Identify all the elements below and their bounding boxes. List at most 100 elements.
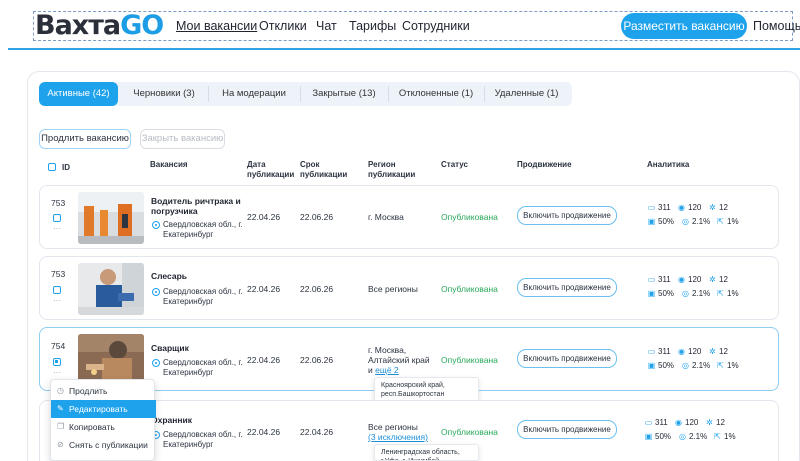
status-label: Опубликована — [441, 212, 498, 222]
row-id: 754 — [51, 341, 66, 351]
nav-tariffs[interactable]: Тарифы — [349, 19, 396, 33]
tab-closed[interactable]: Закрытые (13) — [301, 82, 387, 106]
deadline-date: 22.06.26 — [300, 212, 334, 222]
row-more-icon[interactable]: ··· — [53, 224, 61, 233]
chart-icon: ▣ — [647, 361, 656, 370]
cursor-icon: ⇱ — [717, 361, 724, 370]
nav-my-vacancies[interactable]: Мои вакансии — [176, 19, 257, 33]
col-region: Регион публикации — [368, 160, 416, 179]
row-checkbox[interactable] — [53, 214, 61, 222]
vacancy-title[interactable]: Водитель ричтрака и погрузчика — [151, 196, 241, 216]
location-pin-icon — [152, 359, 160, 367]
col-vacancy: Вакансия — [150, 160, 188, 169]
exceptions-tooltip: Ленинградская область, г.Уфа, г. Ишимбай — [374, 444, 479, 461]
menu-extend[interactable]: ◷ Продлить — [51, 382, 156, 400]
region-exceptions-link[interactable]: (3 исключения) — [368, 432, 428, 442]
region-more-link[interactable]: ещё 2 — [375, 365, 399, 375]
region: Все регионы — [368, 284, 418, 294]
vacancy-location: Свердловская обл., г. Екатеринбург — [163, 430, 243, 449]
stat-response-rate: ⇱ 1% — [717, 217, 739, 226]
monitor-icon: ▭ — [647, 347, 656, 356]
monitor-icon: ▭ — [647, 203, 656, 212]
region: г. Москва, Алтайский край — [368, 345, 430, 365]
tab-deleted[interactable]: Удаленные (1) — [485, 82, 568, 106]
row-more-icon[interactable]: ··· — [53, 296, 61, 305]
vacancy-location: Свердловская обл., г. Екатеринбург — [163, 220, 243, 239]
enable-promotion-button[interactable]: Включить продвижение — [517, 278, 617, 297]
stat-conversion: ◎ 2.1% — [679, 432, 708, 441]
eye-icon: ◉ — [678, 347, 685, 356]
row-checkbox[interactable] — [53, 286, 61, 294]
region: Все регионы — [368, 422, 418, 432]
nav-help[interactable]: Помощь — [753, 19, 800, 33]
stat-ctr: ▣ 50% — [647, 217, 675, 226]
nav-responses[interactable]: Отклики — [259, 19, 307, 33]
copy-icon: ❐ — [57, 422, 65, 431]
stat-conversion: ◎ 2.1% — [682, 361, 711, 370]
deadline-date: 22.06.26 — [300, 355, 334, 365]
enable-promotion-button[interactable]: Включить продвижение — [517, 349, 617, 368]
stat-eye: ◉ 120 — [675, 418, 699, 427]
location-pin-icon — [152, 221, 160, 229]
deadline-date: 22.04.26 — [300, 427, 334, 437]
vacancy-title[interactable]: Охранник — [151, 415, 192, 425]
enable-promotion-button[interactable]: Включить продвижение — [517, 420, 617, 439]
click-icon: ✲ — [709, 275, 716, 284]
row-context-menu: ◷ Продлить ✎ Редактировать ❐ Копировать ⊘ Сн… — [50, 379, 156, 461]
tab-rejected[interactable]: Отклоненные (1) — [389, 82, 483, 106]
pub-date: 22.04.26 — [247, 427, 281, 437]
top-header: ВахтаGO Мои вакансии Отклики Чат Тарифы … — [0, 0, 800, 50]
logo[interactable]: ВахтаGO — [35, 10, 164, 42]
vacancy-title[interactable]: Слесарь — [151, 271, 187, 281]
target-icon: ◎ — [682, 361, 689, 370]
stat-response-rate: ⇱ 1% — [717, 289, 739, 298]
col-deadline: Срок публикации — [300, 160, 348, 179]
click-icon: ✲ — [706, 418, 713, 427]
header-divider — [8, 48, 800, 50]
stat-conversion: ◎ 2.1% — [682, 217, 711, 226]
enable-promotion-button[interactable]: Включить продвижение — [517, 206, 617, 225]
extend-vacancy-button[interactable]: Продлить вакансию — [39, 129, 131, 149]
stat-response-rate: ⇱ 1% — [717, 361, 739, 370]
row-checkbox[interactable] — [53, 358, 61, 366]
monitor-icon: ▭ — [647, 275, 656, 284]
pub-date: 22.04.26 — [247, 284, 281, 294]
col-promotion: Продвижение — [517, 160, 572, 169]
stat-views: ▭ 311 — [647, 275, 671, 284]
menu-copy[interactable]: ❐ Копировать — [51, 418, 156, 436]
edit-icon: ✎ — [57, 404, 64, 413]
cursor-icon: ⇱ — [717, 217, 724, 226]
stat-eye: ◉ 120 — [678, 347, 702, 356]
select-all-checkbox[interactable] — [48, 163, 56, 171]
stat-views: ▭ 311 — [647, 347, 671, 356]
eye-icon: ◉ — [678, 275, 685, 284]
post-vacancy-button[interactable]: Разместить вакансию — [621, 13, 747, 39]
row-id: 753 — [51, 198, 66, 208]
vacancy-title[interactable]: Сварщик — [151, 343, 189, 353]
status-label: Опубликована — [441, 427, 498, 437]
vacancy-thumbnail — [78, 263, 144, 315]
pub-date: 22.04.26 — [247, 355, 281, 365]
stat-response-rate: ⇱ 1% — [714, 432, 736, 441]
pub-date: 22.04.26 — [247, 212, 281, 222]
close-vacancy-button[interactable]: Закрыть вакансию — [140, 129, 225, 149]
col-id: ID — [62, 163, 70, 172]
tab-drafts[interactable]: Черновики (3) — [122, 82, 206, 106]
row-more-icon[interactable]: ··· — [53, 368, 61, 377]
menu-edit[interactable]: ✎ Редактировать — [51, 400, 156, 418]
menu-unpublish[interactable]: ⊘ Снять с публикации — [51, 436, 156, 454]
target-icon: ◎ — [682, 289, 689, 298]
deadline-date: 22.06.26 — [300, 284, 334, 294]
nav-employees[interactable]: Сотрудники — [402, 19, 470, 33]
region: г. Москва — [368, 212, 404, 222]
tab-active[interactable]: Активные (42) — [39, 82, 118, 106]
vacancy-location: Свердловская обл., г. Екатеринбург — [163, 358, 243, 377]
chart-icon: ▣ — [647, 289, 656, 298]
vacancy-location: Свердловская обл., г. Екатеринбург — [163, 287, 243, 306]
stat-clicks: ✲ 12 — [706, 418, 725, 427]
click-icon: ✲ — [709, 203, 716, 212]
monitor-icon: ▭ — [644, 418, 653, 427]
chart-icon: ▣ — [644, 432, 653, 441]
nav-chat[interactable]: Чат — [316, 19, 337, 33]
tab-moderation[interactable]: На модерации — [210, 82, 298, 106]
